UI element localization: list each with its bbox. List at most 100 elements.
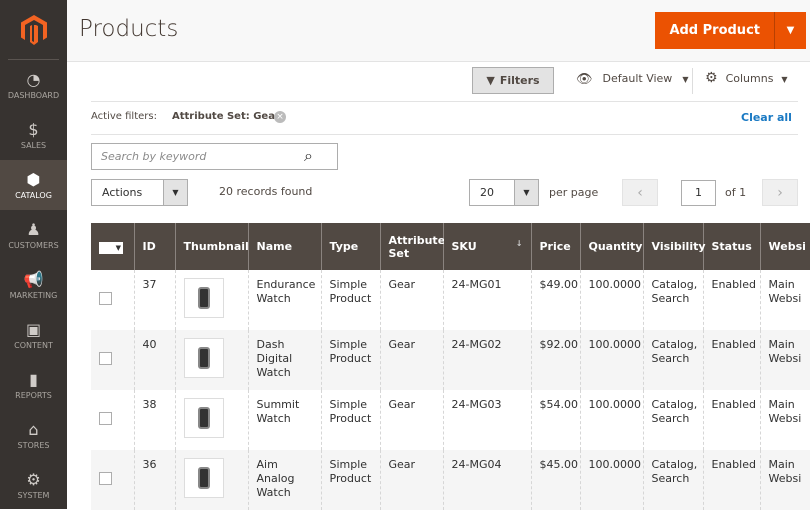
cell-type: Simple Product	[321, 390, 380, 450]
column-header-visibility[interactable]: Visibility	[643, 223, 703, 270]
cell-sku: 24-MG04	[443, 450, 531, 510]
cell-qty: 100.0000	[580, 390, 643, 450]
divider	[91, 101, 798, 102]
column-header-status[interactable]: Status	[703, 223, 760, 270]
product-thumbnail[interactable]	[184, 278, 224, 318]
actions-label: Actions	[92, 180, 163, 205]
view-label: Default View	[603, 72, 673, 87]
sidebar-item-marketing[interactable]: 📢MARKETING	[0, 260, 67, 310]
column-header-name[interactable]: Name	[248, 223, 321, 270]
search-input[interactable]: Search by keyword	[91, 143, 338, 170]
caret-down-icon: ▼	[682, 72, 688, 87]
column-header-type[interactable]: Type	[321, 223, 380, 270]
magento-logo[interactable]	[8, 0, 59, 60]
watch-image	[198, 467, 210, 489]
product-thumbnail[interactable]	[184, 398, 224, 438]
row-checkbox[interactable]	[99, 352, 112, 365]
page-input[interactable]: 1	[681, 180, 716, 206]
sidebar-item-label: CONTENT	[14, 341, 53, 350]
cell-type: Simple Product	[321, 330, 380, 390]
column-header-quantity[interactable]: Quantity	[580, 223, 643, 270]
row-checkbox-cell	[91, 330, 134, 390]
watch-image	[198, 407, 210, 429]
remove-filter-icon[interactable]: ×	[274, 111, 286, 123]
add-product-dropdown-icon[interactable]: ▼	[774, 12, 806, 49]
column-header-price[interactable]: Price	[531, 223, 580, 270]
sidebar-item-stores[interactable]: ⌂STORES	[0, 410, 67, 460]
row-checkbox[interactable]	[99, 292, 112, 305]
view-selector[interactable]: 👁 Default View ▼	[576, 72, 688, 87]
sidebar-item-label: SYSTEM	[18, 491, 50, 500]
cell-name: Dash Digital Watch	[248, 330, 321, 390]
cell-price: $49.00	[531, 270, 580, 330]
sidebar-item-label: MARKETING	[10, 291, 58, 300]
row-checkbox[interactable]	[99, 472, 112, 485]
box-icon: ⬢	[27, 171, 41, 189]
clear-all-link[interactable]: Clear all	[741, 111, 792, 124]
column-header-websi[interactable]: Websi	[760, 223, 810, 270]
per-page-label: per page	[549, 186, 598, 199]
per-page-select[interactable]: 20▼	[469, 179, 539, 206]
sort-arrow-icon: ↓	[516, 239, 523, 248]
product-thumbnail[interactable]	[184, 338, 224, 378]
actions-select[interactable]: Actions▼	[91, 179, 188, 206]
cell-qty: 100.0000	[580, 270, 643, 330]
table-row[interactable]: 37Endurance WatchSimple ProductGear24-MG…	[91, 270, 810, 330]
columns-selector[interactable]: ⚙ Columns ▼	[705, 72, 788, 85]
cell-web: Main Websi	[760, 450, 810, 510]
layout-icon: ▣	[26, 321, 41, 339]
row-checkbox[interactable]	[99, 412, 112, 425]
eye-icon: 👁	[576, 72, 593, 87]
mass-select-dropdown[interactable]: ▼	[99, 242, 123, 254]
sidebar-item-reports[interactable]: ▮REPORTS	[0, 360, 67, 410]
bar-chart-icon: ▮	[29, 371, 38, 389]
caret-down-icon: ▼	[781, 72, 787, 85]
cell-type: Simple Product	[321, 450, 380, 510]
column-header-attribute-set[interactable]: Attribute Set	[380, 223, 443, 270]
filters-button[interactable]: ▼Filters	[472, 67, 554, 94]
prev-page-button[interactable]: ‹	[622, 179, 658, 206]
cell-id: 38	[134, 390, 175, 450]
sidebar-item-dashboard[interactable]: ◔DASHBOARD	[0, 60, 67, 110]
page-header: Products Add Product ▼	[67, 0, 810, 62]
sidebar-item-content[interactable]: ▣ CONTENT	[0, 310, 67, 360]
next-page-button[interactable]: ›	[762, 179, 798, 206]
sidebar-item-label: STORES	[18, 441, 50, 450]
sidebar-item-label: CUSTOMERS	[8, 241, 58, 250]
filters-label: Filters	[500, 74, 540, 87]
cell-name: Summit Watch	[248, 390, 321, 450]
cell-set: Gear	[380, 390, 443, 450]
column-header-thumbnail[interactable]: Thumbnail	[175, 223, 248, 270]
sidebar-item-system[interactable]: ⚙SYSTEM	[0, 460, 67, 510]
table-row[interactable]: 40Dash Digital WatchSimple ProductGear24…	[91, 330, 810, 390]
add-product-button[interactable]: Add Product ▼	[655, 12, 806, 49]
thumbnail-cell	[175, 450, 248, 510]
thumbnail-cell	[175, 330, 248, 390]
cell-name: Aim Analog Watch	[248, 450, 321, 510]
sidebar-item-catalog[interactable]: ⬢CATALOG	[0, 160, 67, 210]
mass-select-header[interactable]: ▼	[91, 223, 134, 270]
cell-name: Endurance Watch	[248, 270, 321, 330]
search-icon[interactable]: ⌕	[304, 146, 313, 166]
gear-icon: ⚙	[705, 72, 718, 85]
cell-price: $54.00	[531, 390, 580, 450]
cell-set: Gear	[380, 270, 443, 330]
sidebar-item-customers[interactable]: ♟CUSTOMERS	[0, 210, 67, 260]
column-header-sku[interactable]: SKU↓	[443, 223, 531, 270]
cell-status: Enabled	[703, 270, 760, 330]
cell-web: Main Websi	[760, 270, 810, 330]
columns-label: Columns	[726, 72, 774, 85]
sidebar-item-sales[interactable]: $SALES	[0, 110, 67, 160]
page-total: of 1	[725, 186, 746, 199]
add-product-label: Add Product	[655, 12, 774, 49]
product-thumbnail[interactable]	[184, 458, 224, 498]
table-row[interactable]: 36Aim Analog WatchSimple ProductGear24-M…	[91, 450, 810, 510]
column-header-id[interactable]: ID	[134, 223, 175, 270]
cell-vis: Catalog, Search	[643, 270, 703, 330]
cell-price: $45.00	[531, 450, 580, 510]
table-row[interactable]: 38Summit WatchSimple ProductGear24-MG03$…	[91, 390, 810, 450]
cell-id: 40	[134, 330, 175, 390]
cell-vis: Catalog, Search	[643, 330, 703, 390]
cell-status: Enabled	[703, 390, 760, 450]
records-count: 20 records found	[219, 185, 312, 198]
